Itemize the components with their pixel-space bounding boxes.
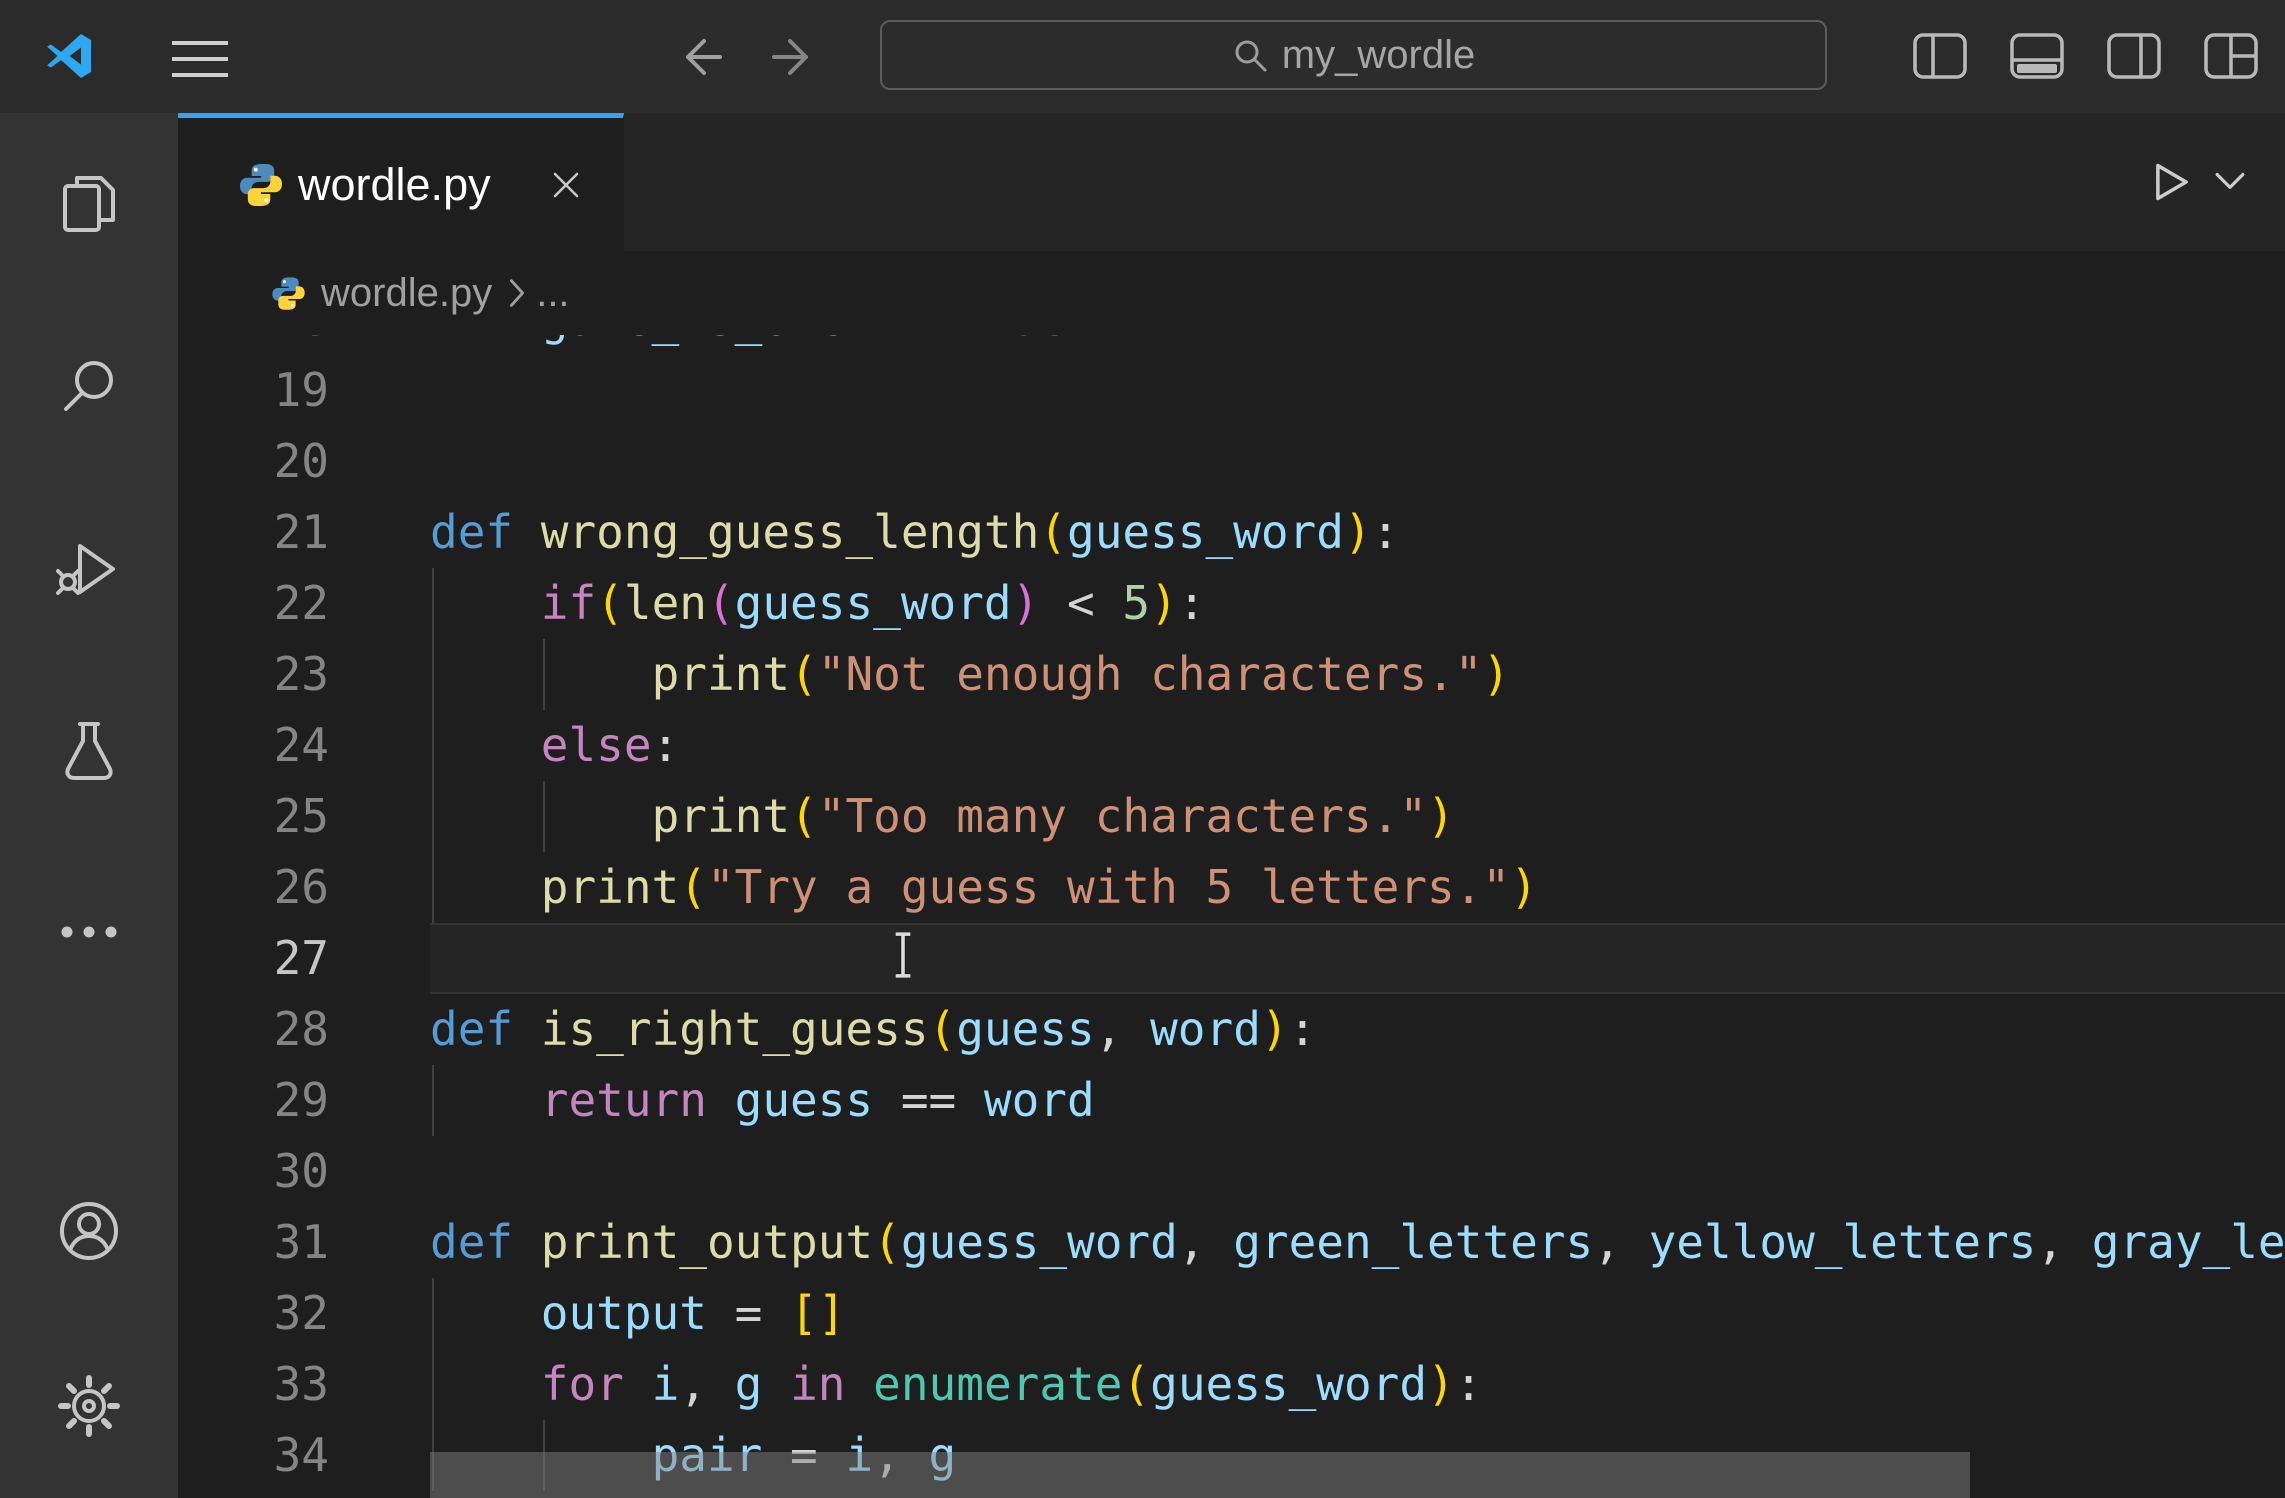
close-icon[interactable] [550,169,582,201]
code-line[interactable]: 23 print("Not enough characters.") [178,639,2285,710]
code-text: print("Too many characters.") [430,781,1455,852]
code-text: else: [430,710,679,781]
search-icon [1232,37,1268,73]
code-line[interactable]: 33 for i, g in enumerate(guess_word): [178,1349,2285,1420]
code-line[interactable]: 25 print("Too many characters.") [178,781,2285,852]
line-number[interactable]: 30 [178,1136,329,1207]
arrow-right-icon[interactable] [770,33,818,81]
mouse-ibeam-cursor-icon [890,932,916,978]
editor-group: wordle.py wordle.py ... [178,113,2285,1498]
customize-layout-icon[interactable] [2203,28,2259,84]
arrow-left-icon[interactable] [676,33,724,81]
python-icon [270,275,307,312]
code-line[interactable]: 28 def is_right_guess(guess, word): [178,994,2285,1065]
code-text: if(len(guess_word) < 5): [430,568,1206,639]
line-number[interactable]: 27 [178,923,329,994]
title-bar: my_wordle [0,0,2285,113]
code-line[interactable]: 32 output = [] [178,1278,2285,1349]
code-line[interactable]: 18 game_is_over = True [178,335,2285,355]
code-line[interactable]: 29 return guess == word [178,1065,2285,1136]
toggle-panel-icon[interactable] [2009,28,2065,84]
tab-bar: wordle.py [178,113,2285,251]
code-line[interactable]: 22 if(len(guess_word) < 5): [178,568,2285,639]
horizontal-scrollbar[interactable] [430,1452,1970,1498]
tab-wordle-py[interactable]: wordle.py [178,113,624,251]
code-text: def wrong_guess_length(guess_word): [430,497,1399,568]
code-text: print("Not enough characters.") [430,639,1510,710]
code-text: for i, g in enumerate(guess_word): [430,1349,1482,1420]
code-lines: 18 game_is_over = True192021def wrong_gu… [178,335,2285,1491]
line-number[interactable]: 31 [178,1207,329,1278]
code-text: output = [] [430,1278,845,1349]
breadcrumb-file[interactable]: wordle.py [321,271,492,316]
code-line[interactable]: 20 [178,426,2285,497]
code-text: def print_output(guess_word, green_lette… [430,1207,2285,1278]
run-icon[interactable] [2153,162,2191,202]
line-number[interactable]: 29 [178,1065,329,1136]
manage-gear-icon[interactable] [53,1370,125,1442]
more-views-icon[interactable] [53,896,125,968]
command-center-search[interactable]: my_wordle [880,20,1827,90]
code-line[interactable]: 19 [178,355,2285,426]
line-number[interactable]: 26 [178,852,329,923]
code-text: def is_right_guess(guess, word): [430,994,1316,1065]
line-number[interactable]: 20 [178,426,329,497]
search-value: my_wordle [1282,33,1475,78]
line-number[interactable]: 33 [178,1349,329,1420]
chevron-down-icon[interactable] [2215,172,2245,192]
line-number[interactable]: 24 [178,710,329,781]
breadcrumb-more[interactable]: ... [536,271,569,316]
line-number[interactable]: 18 [178,335,329,355]
toggle-secondary-sidebar-icon[interactable] [2106,28,2162,84]
code-editor[interactable]: 18 game_is_over = True192021def wrong_gu… [178,335,2285,1498]
code-text: game_is_over = True [430,335,1067,355]
code-line[interactable]: 30 [178,1136,2285,1207]
code-line[interactable]: 21 def wrong_guess_length(guess_word): [178,497,2285,568]
code-line[interactable]: 24 else: [178,710,2285,781]
vscode-logo [44,31,94,81]
code-text: return guess == word [430,1065,1095,1136]
run-debug-icon[interactable] [53,532,125,604]
account-icon[interactable] [53,1195,125,1267]
line-number[interactable]: 22 [178,568,329,639]
code-line[interactable]: 31 def print_output(guess_word, green_let… [178,1207,2285,1278]
line-number[interactable]: 34 [178,1420,329,1491]
toggle-primary-sidebar-icon[interactable] [1912,28,1968,84]
code-line[interactable]: 27 [178,923,2285,994]
python-icon [237,161,285,209]
activity-bar [0,113,178,1498]
line-number[interactable]: 32 [178,1278,329,1349]
line-number[interactable]: 28 [178,994,329,1065]
line-number[interactable]: 25 [178,781,329,852]
search-icon[interactable] [53,350,125,422]
chevron-right-icon [508,278,526,308]
line-number[interactable]: 19 [178,355,329,426]
hamburger-icon[interactable] [172,39,228,75]
line-number[interactable]: 23 [178,639,329,710]
code-line[interactable]: 26 print("Try a guess with 5 letters.") [178,852,2285,923]
code-text: print("Try a guess with 5 letters.") [430,852,1538,923]
breadcrumb: wordle.py ... [178,251,2285,335]
line-number[interactable]: 21 [178,497,329,568]
explorer-icon[interactable] [53,168,125,240]
tab-label: wordle.py [298,159,491,211]
testing-icon[interactable] [53,714,125,786]
